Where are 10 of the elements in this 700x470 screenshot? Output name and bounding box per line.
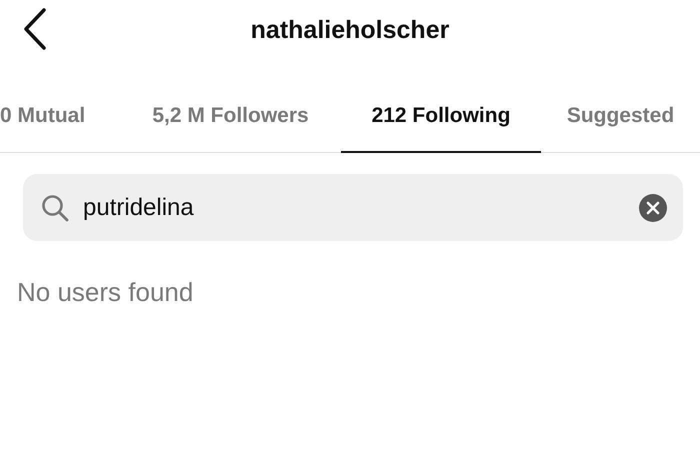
back-chevron-icon[interactable]: [22, 7, 48, 51]
profile-username: nathalieholscher: [250, 16, 450, 44]
search-icon: [41, 194, 69, 222]
tab[interactable]: 5,2 M Followers: [120, 80, 341, 153]
empty-state-message: No users found: [17, 277, 194, 308]
tab[interactable]: Suggested: [541, 80, 700, 153]
search-field[interactable]: putridelina: [23, 174, 683, 241]
tab[interactable]: 0 Mutual: [0, 80, 120, 153]
tab[interactable]: 212 Following: [341, 80, 541, 153]
clear-icon[interactable]: [639, 194, 667, 222]
